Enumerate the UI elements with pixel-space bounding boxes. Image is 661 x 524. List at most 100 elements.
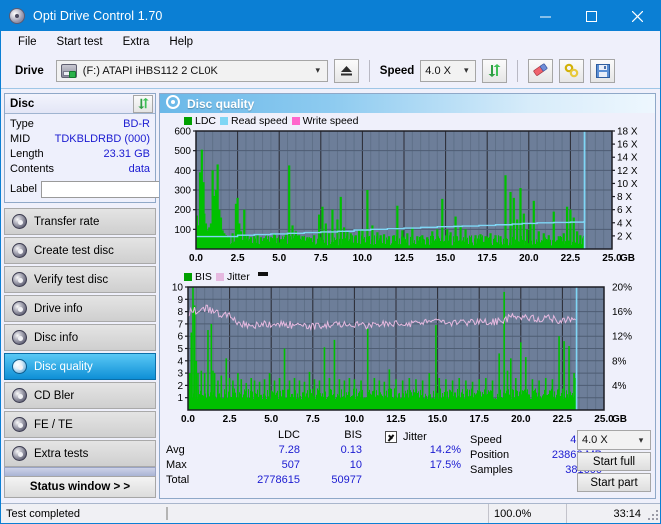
svg-text:1: 1 — [177, 393, 183, 404]
start-part-button[interactable]: Start part — [577, 473, 651, 492]
svg-text:18 X: 18 X — [617, 127, 638, 138]
svg-text:20.0: 20.0 — [519, 253, 539, 264]
minimize-icon[interactable] — [522, 1, 568, 31]
stats-ldc-avg: 7.28 — [278, 444, 300, 456]
drive-select[interactable]: (F:) ATAPI iHBS112 2 CL0K ▾ — [55, 59, 328, 82]
sidebar-item-verify-test-disc[interactable]: Verify test disc — [4, 266, 156, 293]
svg-text:7.5: 7.5 — [314, 253, 328, 264]
svg-text:8 X: 8 X — [617, 192, 632, 203]
svg-text:6 X: 6 X — [617, 205, 632, 216]
stats-ldc-total: 2778615 — [257, 474, 300, 486]
refresh-button[interactable] — [482, 58, 508, 83]
eraser-icon — [533, 63, 548, 76]
chevron-down-icon: ▾ — [464, 65, 469, 75]
speed-select[interactable]: 4.0 X ▾ — [420, 59, 477, 82]
legend-swatch — [184, 272, 192, 281]
svg-text:2 X: 2 X — [617, 231, 632, 242]
window-title: Opti Drive Control 1.70 — [33, 9, 163, 23]
disc-row-key: Contents — [10, 163, 55, 175]
sidebar-item-transfer-rate[interactable]: Transfer rate — [4, 208, 156, 235]
sidebar-item-drive-info[interactable]: Drive info — [4, 295, 156, 322]
chart-bottom-legend: BIS Jitter — [162, 270, 653, 283]
maximize-icon[interactable] — [568, 1, 614, 31]
disc-refresh-button[interactable] — [133, 94, 153, 113]
legend-item-bis: BIS — [184, 271, 212, 283]
disc-row-value: TDKBLDRBD (000) — [54, 133, 150, 145]
stats-col-bis: BIS 0.13 10 50977 — [302, 429, 362, 489]
disc-row-contents: Contents data — [10, 162, 150, 177]
svg-text:4 X: 4 X — [617, 218, 632, 229]
svg-text:GB: GB — [620, 253, 635, 264]
status-bar: Test completed 100.0% 33:14 — [1, 503, 660, 523]
stats-ldc-max: 507 — [281, 459, 300, 471]
stats-row-labels: Avg Max Total — [166, 444, 189, 489]
svg-text:8: 8 — [177, 307, 183, 318]
result-speed-value: 4.0 X — [582, 434, 608, 446]
svg-text:10.0: 10.0 — [345, 414, 365, 425]
sidebar: Disc Type BD-R MID TDKBLDRBD (000) Lengt… — [1, 89, 244, 499]
tools-button[interactable] — [559, 58, 585, 83]
disc-row-value: 23.31 GB — [103, 148, 150, 160]
chart-ldc-readspeed: 100 200 300 400 500 600 2 X 4 X 6 X 8 X 10 X 12 X 14… — [174, 127, 638, 264]
jitter-checkbox[interactable] — [385, 430, 397, 443]
sidebar-item-extra-tests[interactable]: Extra tests — [4, 440, 156, 467]
result-speed-select[interactable]: 4.0 X ▾ — [577, 430, 651, 450]
svg-text:600: 600 — [174, 127, 191, 138]
close-icon[interactable] — [614, 1, 660, 31]
legend-label: Jitter — [226, 270, 250, 283]
svg-text:0.0: 0.0 — [189, 253, 203, 264]
svg-text:7: 7 — [177, 319, 183, 330]
menu-item-help[interactable]: Help — [160, 33, 202, 51]
drive-label: Drive — [15, 64, 44, 77]
legend-label: Read speed — [231, 114, 288, 127]
drive-toolbar: Drive (F:) ATAPI iHBS112 2 CL0K ▾ Speed … — [1, 53, 660, 89]
sidebar-item-fe-te[interactable]: FE / TE — [4, 411, 156, 438]
resize-grip-icon[interactable] — [646, 508, 658, 520]
svg-text:0.0: 0.0 — [181, 414, 195, 425]
disc-row-mid: MID TDKBLDRBD (000) — [10, 132, 150, 147]
erase-button[interactable] — [528, 58, 554, 83]
sidebar-item-create-test-disc[interactable]: Create test disc — [4, 237, 156, 264]
disc-icon — [12, 388, 27, 403]
svg-text:500: 500 — [174, 146, 191, 157]
menu-item-start-test[interactable]: Start test — [48, 33, 112, 51]
sidebar-item-cd-bler[interactable]: CD Bler — [4, 382, 156, 409]
svg-text:12.5: 12.5 — [386, 414, 406, 425]
sidebar-item-disc-quality[interactable]: Disc quality — [4, 353, 156, 380]
sidebar-item-label: CD Bler — [34, 389, 75, 402]
sidebar-item-label: Extra tests — [34, 447, 89, 460]
eject-button[interactable] — [333, 58, 359, 83]
svg-text:5: 5 — [177, 344, 183, 355]
disc-info-rows: Type BD-R MID TDKBLDRBD (000) Length 23.… — [5, 114, 244, 202]
legend-label: LDC — [195, 114, 217, 127]
disc-icon — [12, 214, 27, 229]
disc-icon — [9, 8, 25, 24]
status-window-area: Status window > > — [4, 467, 156, 498]
svg-text:10 X: 10 X — [617, 179, 638, 190]
svg-text:200: 200 — [174, 205, 191, 216]
legend-swatch — [291, 116, 300, 125]
status-window-button[interactable]: Status window > > — [4, 476, 156, 498]
jitter-max: 17.5% — [429, 459, 461, 471]
disc-icon — [12, 330, 27, 345]
svg-text:17.5: 17.5 — [469, 414, 489, 425]
disc-quality-panel: Disc quality LDC Read speed Write speed … — [159, 93, 656, 499]
legend-swatch — [184, 116, 192, 125]
svg-text:300: 300 — [174, 186, 191, 197]
stats-row-total: Total — [166, 474, 190, 486]
svg-text:6: 6 — [177, 332, 183, 343]
svg-text:14 X: 14 X — [617, 153, 638, 164]
samples-stat-label: Samples — [470, 464, 513, 476]
svg-text:100: 100 — [174, 225, 191, 236]
svg-text:10: 10 — [172, 283, 184, 294]
sidebar-item-label: Transfer rate — [34, 215, 100, 228]
disc-quality-icon — [166, 95, 180, 112]
menu-item-extra[interactable]: Extra — [114, 33, 159, 51]
stats-col-header-ldc: LDC — [277, 429, 300, 441]
save-button[interactable] — [590, 58, 616, 83]
sidebar-item-disc-info[interactable]: Disc info — [4, 324, 156, 351]
start-full-button[interactable]: Start full — [577, 452, 651, 471]
menu-item-file[interactable]: File — [9, 33, 46, 51]
sidebar-item-label: FE / TE — [34, 418, 73, 431]
status-text: Test completed — [6, 507, 80, 520]
